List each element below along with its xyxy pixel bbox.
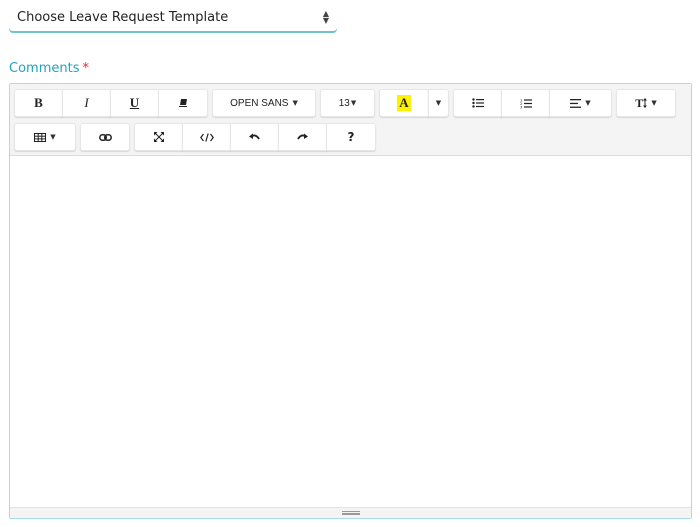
eraser-icon <box>178 99 187 107</box>
text-height-dropdown[interactable]: T ▼ <box>616 89 676 117</box>
comments-label: Comments * <box>9 61 89 76</box>
redo-button[interactable] <box>278 123 327 151</box>
svg-text:3: 3 <box>520 104 523 109</box>
help-button[interactable]: ? <box>326 123 376 151</box>
paragraph-align-dropdown[interactable]: ▼ <box>549 89 612 117</box>
rich-text-editor: B I U OPEN SANS ▼ 13 ▼ A ▼ 1 2 3 ▼ T ▼ ▼… <box>9 83 692 519</box>
align-icon <box>570 98 582 108</box>
table-icon <box>34 132 47 142</box>
font-size-value: 13 <box>338 97 350 109</box>
font-size-dropdown[interactable]: 13 ▼ <box>320 89 375 117</box>
font-family-value: OPEN SANS <box>230 97 289 109</box>
text-height-icon: T <box>635 95 644 110</box>
template-select-value: Choose Leave Request Template <box>17 9 229 25</box>
link-icon <box>98 133 112 141</box>
undo-button[interactable] <box>230 123 279 151</box>
comments-textarea[interactable] <box>10 156 691 508</box>
template-select[interactable]: Choose Leave Request Template ▲ ▼ <box>9 3 337 32</box>
link-button[interactable] <box>80 123 130 151</box>
fullscreen-button[interactable] <box>134 123 183 151</box>
numbered-list-button[interactable]: 1 2 3 <box>501 89 550 117</box>
redo-icon <box>297 133 308 140</box>
underline-button[interactable]: U <box>110 89 159 117</box>
resize-handle[interactable] <box>10 507 691 518</box>
chevron-down-icon: ▼ <box>651 99 657 107</box>
text-color-icon: A <box>397 95 411 111</box>
text-color-button[interactable]: A <box>379 89 429 117</box>
chevron-down-icon: ▼ <box>50 133 56 141</box>
underline-icon: U <box>129 95 140 110</box>
chevron-down-icon: ▼ <box>585 99 591 107</box>
bullet-list-button[interactable] <box>453 89 502 117</box>
clear-format-button[interactable] <box>158 89 208 117</box>
code-icon <box>199 132 214 142</box>
chevron-down-icon: ▼ <box>435 99 442 107</box>
chevron-down-icon: ▼ <box>350 99 357 107</box>
code-view-button[interactable] <box>182 123 231 151</box>
help-icon: ? <box>347 130 355 144</box>
bold-button[interactable]: B <box>14 89 63 117</box>
numbered-list-icon: 1 2 3 <box>520 98 532 109</box>
bold-icon: B <box>34 95 43 110</box>
editor-toolbar: B I U OPEN SANS ▼ 13 ▼ A ▼ 1 2 3 ▼ T ▼ ▼… <box>10 84 691 156</box>
text-color-dropdown[interactable]: ▼ <box>428 89 449 117</box>
italic-icon: I <box>84 95 89 110</box>
table-dropdown[interactable]: ▼ <box>14 123 76 151</box>
line-height-icon <box>643 98 648 108</box>
italic-button[interactable]: I <box>62 89 111 117</box>
bullet-list-icon <box>471 98 484 108</box>
select-arrows-icon: ▲ ▼ <box>322 9 329 25</box>
required-mark: * <box>82 61 89 76</box>
font-family-dropdown[interactable]: OPEN SANS ▼ <box>212 89 316 117</box>
fullscreen-icon <box>153 132 164 142</box>
resize-grip-icon <box>341 511 360 515</box>
undo-icon <box>249 133 260 140</box>
chevron-down-icon: ▼ <box>292 99 298 107</box>
